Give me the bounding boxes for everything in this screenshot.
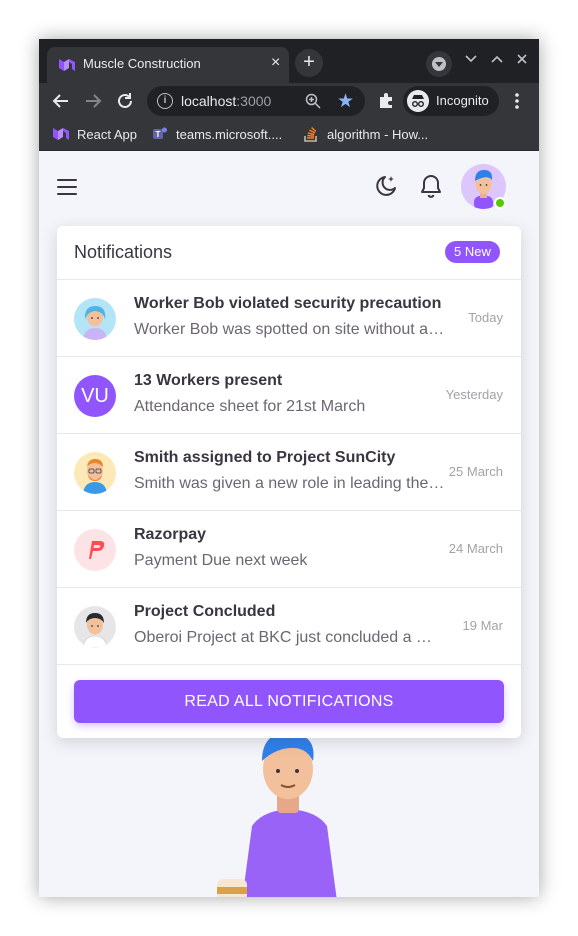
notification-title: Worker Bob violated security precaution: [134, 295, 442, 312]
stackoverflow-icon: [304, 127, 317, 142]
bookmark-label: React App: [77, 126, 137, 142]
back-arrow-icon[interactable]: [49, 89, 73, 113]
reload-icon[interactable]: [113, 89, 137, 113]
notification-time: Yesterday: [445, 387, 503, 402]
notification-title: Smith assigned to Project SunCity: [134, 449, 396, 466]
notifications-header: Notifications 5 New: [57, 226, 521, 280]
notification-subtitle: Smith was given a new role in leading th…: [134, 475, 445, 492]
bookmark-react-app[interactable]: React App: [53, 126, 137, 142]
bookmarks-bar: React App T teams.microsoft.... algorith…: [39, 119, 539, 151]
teams-icon: T: [153, 127, 167, 139]
initials-avatar: VU: [74, 375, 116, 417]
url-text: localhost:3000: [181, 93, 272, 109]
notification-time: 24 March: [448, 541, 503, 556]
tab-search-icon[interactable]: [426, 51, 452, 77]
smith-avatar: [74, 452, 116, 494]
notification-title: Project Concluded: [134, 603, 276, 620]
notification-subtitle: Attendance sheet for 21st March: [134, 398, 366, 415]
svg-text:T: T: [156, 130, 161, 139]
notification-subtitle: Oberoi Project at BKC just concluded a m…: [134, 629, 445, 646]
bookmark-label: algorithm - How...: [327, 126, 429, 142]
hero-illustration: [217, 732, 337, 897]
window-close-icon[interactable]: [517, 54, 527, 64]
notification-title: 13 Workers present: [134, 372, 283, 389]
bookmark-algorithm[interactable]: algorithm - How...: [303, 126, 428, 142]
browser-tab[interactable]: Muscle Construction ×: [47, 47, 289, 83]
online-status-dot: [494, 197, 506, 209]
browser-toolbar: i localhost:3000 ★ Incognito: [39, 83, 539, 119]
razorpay-logo: [74, 529, 116, 571]
mui-logo-icon: [53, 128, 69, 140]
notification-item[interactable]: Smith assigned to Project SunCity Smith …: [57, 434, 521, 511]
notification-item[interactable]: Razorpay Payment Due next week 24 March: [57, 511, 521, 588]
notification-subtitle: Worker Bob was spotted on site without a…: [134, 321, 445, 338]
more-menu-icon[interactable]: [513, 91, 521, 111]
menu-hamburger-icon[interactable]: [57, 179, 77, 195]
browser-window: Muscle Construction × + i localhost:3000…: [39, 39, 539, 897]
mui-logo-icon: [59, 59, 75, 71]
new-tab-button[interactable]: +: [295, 49, 323, 77]
tab-title: Muscle Construction: [83, 56, 201, 71]
read-all-notifications-button[interactable]: READ ALL NOTIFICATIONS: [74, 680, 504, 723]
notification-time: 25 March: [448, 464, 503, 479]
zoom-icon[interactable]: [305, 93, 321, 109]
bookmark-star-icon[interactable]: ★: [337, 90, 354, 113]
notification-time: Today: [468, 310, 503, 325]
extensions-puzzle-icon[interactable]: [377, 91, 395, 109]
dark-mode-moon-icon[interactable]: [373, 173, 399, 199]
notification-bell-icon[interactable]: [419, 173, 443, 199]
notification-item[interactable]: VU 13 Workers present Attendance sheet f…: [57, 357, 521, 434]
notifications-dropdown: Notifications 5 New Worker Bob violated …: [57, 226, 521, 738]
new-count-badge: 5 New: [445, 241, 500, 263]
incognito-icon: [407, 90, 429, 112]
incognito-badge[interactable]: Incognito: [403, 86, 499, 116]
forward-arrow-icon[interactable]: [81, 89, 105, 113]
tab-close-icon[interactable]: ×: [271, 54, 280, 72]
notifications-title: Notifications: [74, 242, 173, 262]
tab-bar: Muscle Construction × +: [39, 39, 539, 83]
app-content: Notifications 5 New Worker Bob violated …: [39, 151, 539, 897]
notification-time: 19 Mar: [462, 618, 503, 633]
bookmark-teams[interactable]: T teams.microsoft....: [152, 126, 282, 142]
notification-title: Razorpay: [134, 526, 207, 543]
address-bar[interactable]: i localhost:3000 ★: [147, 86, 365, 116]
site-info-icon[interactable]: i: [157, 93, 173, 109]
manager-avatar: [74, 606, 116, 648]
notification-item[interactable]: Worker Bob violated security precaution …: [57, 280, 521, 357]
maximize-icon[interactable]: [491, 55, 503, 63]
notification-subtitle: Payment Due next week: [134, 552, 308, 569]
bookmark-label: teams.microsoft....: [176, 126, 283, 142]
notification-item[interactable]: Project Concluded Oberoi Project at BKC …: [57, 588, 521, 665]
minimize-icon[interactable]: [465, 55, 477, 63]
worker-avatar: [74, 298, 116, 340]
incognito-label: Incognito: [436, 93, 489, 108]
